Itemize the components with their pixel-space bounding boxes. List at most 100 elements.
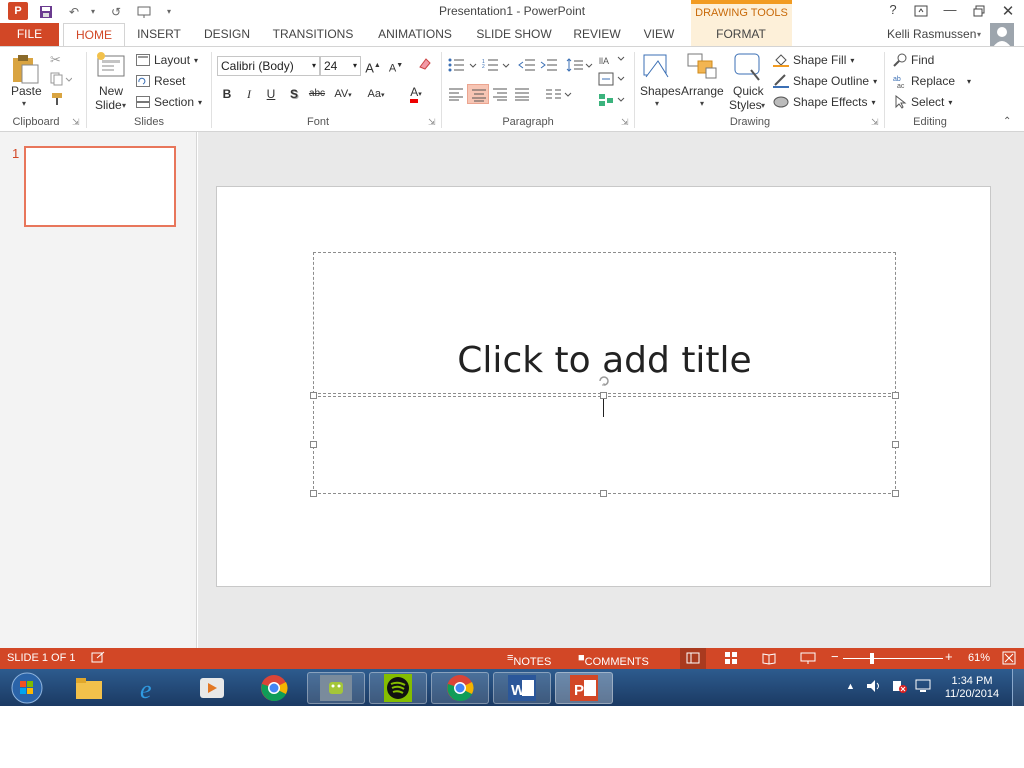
user-name[interactable]: Kelli Rasmussen [887,27,976,41]
slide-sorter-icon[interactable] [724,651,738,668]
resize-handle[interactable] [600,392,607,399]
taskbar-chrome[interactable] [245,672,303,704]
columns-icon[interactable] [545,87,573,104]
shapes-button[interactable] [641,51,673,86]
taskbar-media-player[interactable] [183,672,241,704]
quick-styles-dropdown-icon[interactable]: ▾ [761,101,765,110]
taskbar-android-tool[interactable] [307,672,365,704]
taskbar-powerpoint[interactable]: P [555,672,613,704]
reading-view-icon[interactable] [762,651,776,668]
clipboard-launcher-icon[interactable]: ⇲ [72,117,82,128]
arrange-dropdown-icon[interactable]: ▾ [700,99,704,108]
tab-design[interactable]: DESIGN [203,27,251,46]
network-icon[interactable] [915,679,931,696]
align-right-icon[interactable] [492,87,508,104]
change-case-button[interactable]: Aa▾ [362,85,390,103]
tab-insert[interactable]: INSERT [136,27,182,46]
taskbar-file-explorer[interactable] [60,672,118,704]
copy-icon[interactable] [50,72,73,89]
notes-button[interactable]: ≡ NOTES [507,652,551,668]
tab-view[interactable]: VIEW [640,27,678,46]
shape-fill-button[interactable]: Shape Fill ▾ [773,51,854,69]
grow-font-button[interactable]: A▲ [364,57,382,75]
quick-styles-button[interactable] [733,52,765,85]
decrease-indent-icon[interactable] [518,58,536,75]
zoom-level[interactable]: 61% [968,652,990,664]
text-direction-icon[interactable]: llA [598,51,626,70]
justify-icon[interactable] [514,87,530,104]
paragraph-launcher-icon[interactable]: ⇲ [621,117,629,128]
align-center-button[interactable] [467,84,489,104]
resize-handle[interactable] [310,441,317,448]
fit-slide-icon[interactable] [1002,651,1016,668]
zoom-slider-track[interactable] [843,658,943,659]
collapse-ribbon-icon[interactable]: ⌃ [1003,116,1011,127]
spell-check-icon[interactable] [91,651,105,667]
zoom-in-button[interactable]: + [945,649,953,664]
numbering-icon[interactable]: 12 [482,58,512,75]
maximize-button[interactable] [968,2,990,20]
align-text-icon[interactable] [598,72,626,89]
new-slide-dropdown-icon[interactable]: ▾ [122,101,126,110]
avatar[interactable] [990,23,1014,47]
resize-handle[interactable] [310,490,317,497]
reset-button[interactable]: Reset [136,72,185,90]
strikethrough-button[interactable]: abc [306,85,328,103]
shapes-dropdown-icon[interactable]: ▾ [655,99,659,108]
font-color-button[interactable]: A▾ [403,83,429,103]
ribbon-display-icon[interactable] [910,2,932,20]
shadow-button[interactable]: S [285,85,303,103]
resize-handle[interactable] [892,490,899,497]
action-center-icon[interactable] [891,679,907,696]
shape-outline-button[interactable]: Shape Outline ▾ [773,72,877,90]
show-hidden-icons-icon[interactable]: ▲ [846,681,855,691]
taskbar-word[interactable]: W [493,672,551,704]
find-button[interactable]: Find [893,51,934,69]
character-spacing-button[interactable]: AV▾ [330,85,356,103]
bullets-icon[interactable] [448,58,478,75]
taskbar-clock[interactable]: 1:34 PM 11/20/2014 [940,675,1004,701]
resize-handle[interactable] [310,392,317,399]
new-slide-button[interactable] [95,51,127,82]
show-desktop-button[interactable] [1012,669,1024,706]
taskbar-spotify[interactable] [369,672,427,704]
underline-button[interactable]: U [262,85,280,103]
smartart-icon[interactable] [598,93,626,110]
font-launcher-icon[interactable]: ⇲ [428,117,436,128]
minimize-button[interactable]: — [939,2,961,20]
volume-icon[interactable] [866,679,882,696]
tab-file[interactable]: FILE [0,23,59,46]
tab-home[interactable]: HOME [63,23,125,47]
cut-icon[interactable]: ✂ [50,52,61,68]
subtitle-placeholder[interactable] [313,396,896,494]
drawing-launcher-icon[interactable]: ⇲ [871,117,879,128]
replace-button[interactable]: ab ac Replace ▾ [893,72,971,90]
tab-slide-show[interactable]: SLIDE SHOW [476,27,552,46]
start-button[interactable] [6,669,48,706]
zoom-out-button[interactable]: − [831,649,839,664]
taskbar-chrome-2[interactable] [431,672,489,704]
increase-indent-icon[interactable] [540,58,558,75]
clear-formatting-icon[interactable] [416,57,434,75]
tab-format[interactable]: FORMAT [700,27,782,46]
paste-dropdown-icon[interactable]: ▾ [22,99,26,108]
tab-review[interactable]: REVIEW [572,27,622,46]
slide-thumbnail[interactable] [24,146,176,227]
font-family-select[interactable]: Calibri (Body) ▾ [217,56,320,76]
italic-button[interactable]: I [240,85,258,103]
shrink-font-button[interactable]: A▼ [387,57,405,75]
resize-handle[interactable] [892,392,899,399]
layout-button[interactable]: Layout ▾ [136,51,198,69]
taskbar-internet-explorer[interactable]: e [122,672,180,704]
normal-view-button[interactable] [680,648,706,669]
resize-handle[interactable] [892,441,899,448]
font-size-select[interactable]: 24 ▾ [320,56,361,76]
tab-animations[interactable]: ANIMATIONS [374,27,456,46]
paste-button[interactable] [10,52,40,87]
tab-transitions[interactable]: TRANSITIONS [272,27,354,46]
shape-effects-button[interactable]: Shape Effects ▾ [773,93,876,111]
arrange-button[interactable] [686,52,718,85]
comments-button[interactable]: ■ COMMENTS [578,652,649,668]
rotate-handle-icon[interactable] [597,374,611,391]
section-button[interactable]: Section ▾ [136,93,202,111]
